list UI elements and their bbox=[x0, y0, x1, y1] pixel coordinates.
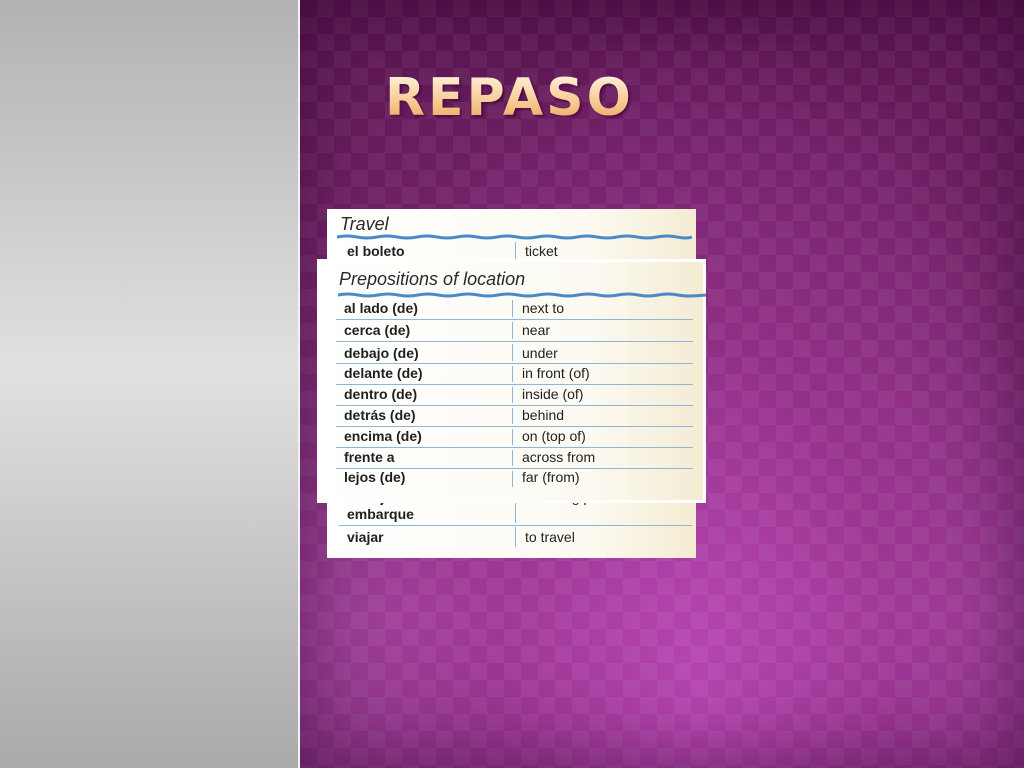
prepositions-vocab-card: Prepositions of location al lado (de) ne… bbox=[320, 262, 706, 500]
travel-row-spanish: viajar bbox=[347, 529, 384, 545]
preposition-row: debajo (de) under bbox=[336, 342, 693, 364]
travel-row: viajar to travel bbox=[339, 525, 692, 549]
preposition-row: al lado (de) next to bbox=[336, 298, 693, 320]
prepositions-heading: Prepositions of location bbox=[339, 269, 526, 289]
preposition-spanish: encima (de) bbox=[344, 428, 422, 444]
preposition-spanish: lejos (de) bbox=[344, 469, 406, 485]
travel-row-spanish: el boleto bbox=[347, 243, 405, 259]
travel-row: el boleto ticket bbox=[339, 240, 692, 263]
slide-title: REPASO bbox=[385, 68, 634, 128]
preposition-english: far (from) bbox=[522, 469, 580, 485]
travel-row-spanish-cont: embarque bbox=[347, 506, 414, 522]
preposition-english: next to bbox=[522, 300, 565, 316]
preposition-english: under bbox=[522, 345, 558, 361]
preposition-row: dentro (de) inside (of) bbox=[336, 385, 693, 406]
preposition-spanish: dentro (de) bbox=[344, 386, 418, 402]
column-separator bbox=[515, 242, 516, 260]
column-separator bbox=[512, 344, 513, 361]
preposition-row: delante (de) in front (of) bbox=[336, 364, 693, 385]
column-separator bbox=[512, 387, 513, 403]
column-separator bbox=[512, 471, 513, 487]
preposition-spanish: delante (de) bbox=[344, 365, 423, 381]
column-separator bbox=[512, 300, 513, 317]
column-separator bbox=[512, 429, 513, 445]
preposition-english: across from bbox=[522, 449, 596, 465]
column-separator bbox=[512, 450, 513, 466]
preposition-spanish: cerca (de) bbox=[344, 322, 411, 338]
preposition-english: in front (of) bbox=[522, 365, 590, 381]
preposition-row: lejos (de) far (from) bbox=[336, 469, 693, 489]
preposition-row: encima (de) on (top of) bbox=[336, 427, 693, 448]
preposition-english: near bbox=[522, 322, 551, 338]
travel-row-english: ticket bbox=[525, 243, 558, 259]
travel-row-english: to travel bbox=[525, 529, 575, 545]
preposition-english: behind bbox=[522, 407, 565, 423]
column-separator bbox=[512, 366, 513, 382]
preposition-spanish: al lado (de) bbox=[344, 300, 418, 316]
travel-heading: Travel bbox=[340, 214, 389, 234]
preposition-row: cerca (de) near bbox=[336, 320, 693, 342]
preposition-english: on (top of) bbox=[522, 428, 586, 444]
column-separator bbox=[512, 408, 513, 424]
column-separator bbox=[515, 527, 516, 547]
preposition-spanish: frente a bbox=[344, 449, 395, 465]
column-separator bbox=[512, 322, 513, 339]
preposition-english: inside (of) bbox=[522, 386, 584, 402]
preposition-spanish: debajo (de) bbox=[344, 345, 419, 361]
preposition-row: frente a across from bbox=[336, 448, 693, 469]
preposition-spanish: detrás (de) bbox=[344, 407, 416, 423]
preposition-row: detrás (de) behind bbox=[336, 406, 693, 427]
left-gray-panel bbox=[0, 0, 298, 768]
